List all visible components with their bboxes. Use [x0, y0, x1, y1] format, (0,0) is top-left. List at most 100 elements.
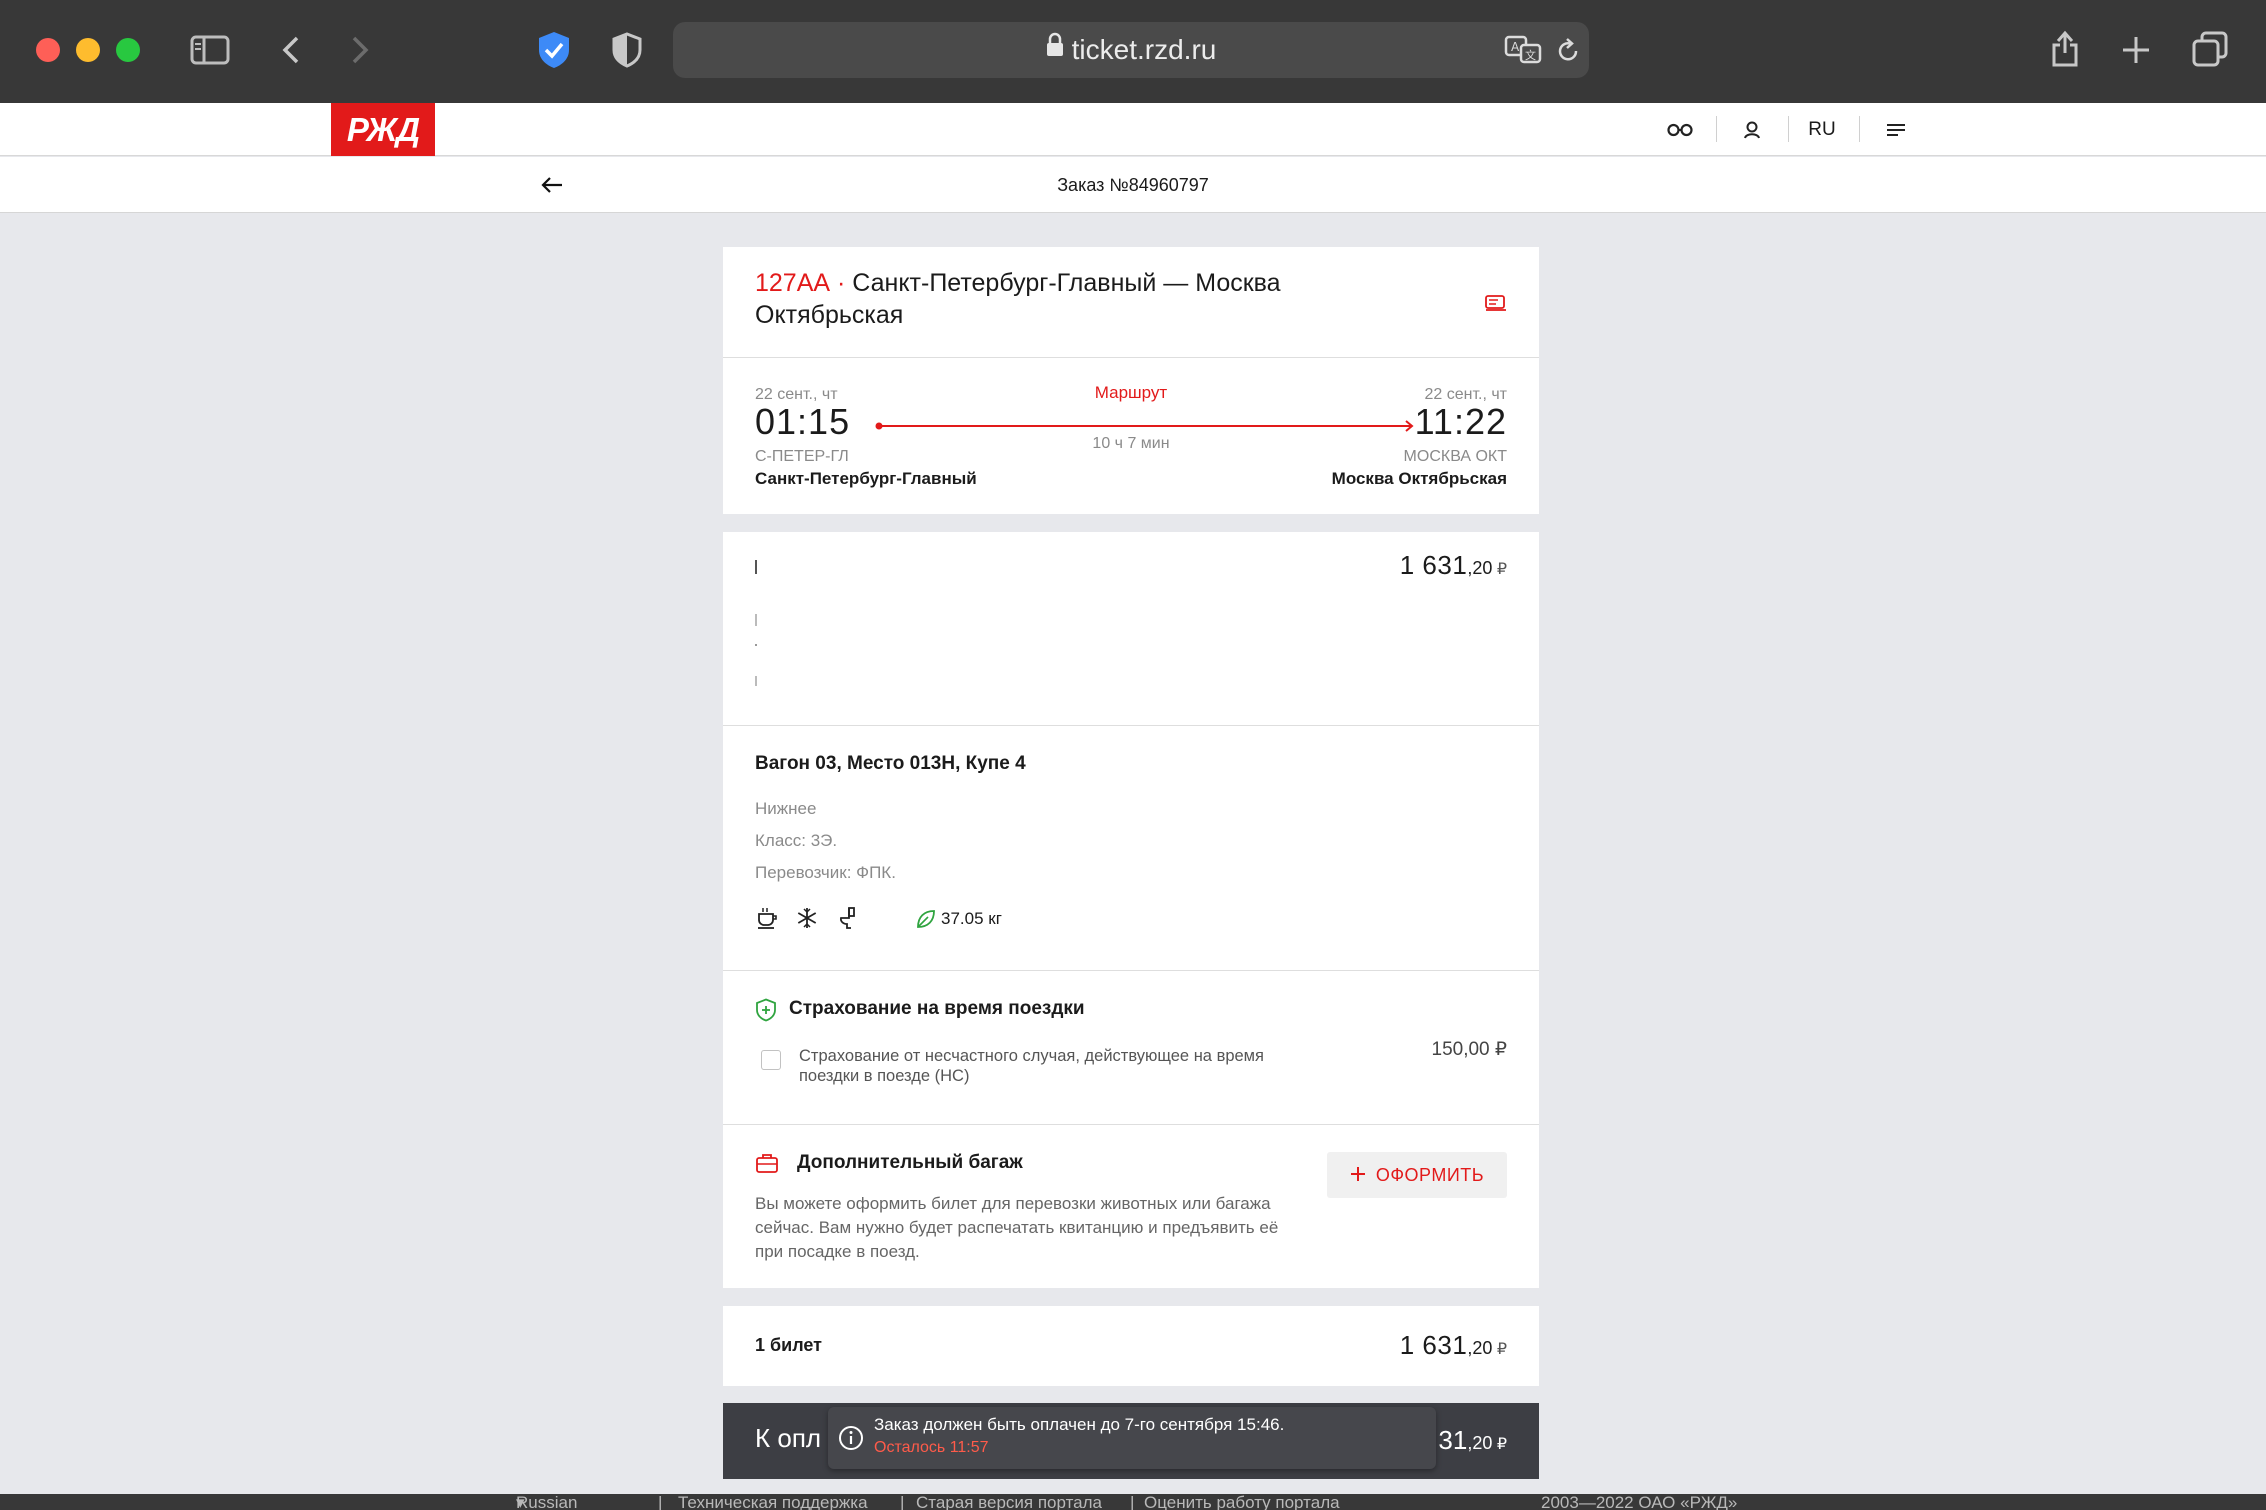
- payment-deadline-toast: Заказ должен быть оплачен до 7-го сентяб…: [828, 1407, 1436, 1469]
- insurance-title: Страхование на время поездки: [789, 998, 1085, 1019]
- svg-text:A: A: [1511, 40, 1520, 54]
- currency-sign: ₽: [1496, 1341, 1507, 1358]
- card-divider: [723, 1124, 1539, 1125]
- privacy-shield-icon[interactable]: [606, 28, 648, 72]
- price-cents: ,20: [1467, 558, 1493, 578]
- zoom-window-button[interactable]: [116, 38, 140, 62]
- footer-language-select[interactable]: Russian (Ru) ▾: [516, 1494, 577, 1510]
- info-icon: [838, 1425, 864, 1456]
- baggage-description: Вы можете оформить билет для перевозки ж…: [755, 1194, 1279, 1261]
- share-icon[interactable]: [2046, 24, 2084, 72]
- departure-code: С-ПЕТЕР-ГЛ: [755, 448, 849, 465]
- footer-copyright: 2003—2022 ОАО «РЖД»: [1541, 1494, 1738, 1510]
- currency-sign: ₽: [1496, 561, 1507, 578]
- passenger-price: 1 631,20 ₽: [1400, 550, 1507, 581]
- seat-title: Вагон 03, Место 013Н, Купе 4: [755, 753, 1026, 774]
- language-label: RU: [1808, 118, 1836, 140]
- baggage-title: Дополнительный багаж: [797, 1152, 1023, 1173]
- site-footer: Russian (Ru) ▾ | Техническая поддержка |…: [0, 1494, 2266, 1510]
- footer-divider: |: [900, 1494, 905, 1510]
- address-bar[interactable]: ticket.rzd.ru A文: [673, 22, 1589, 78]
- passenger-info-fragment: [755, 676, 757, 686]
- footer-rate-link[interactable]: Оценить работу портала: [1144, 1494, 1340, 1510]
- price-cents: ,20: [1467, 1338, 1493, 1358]
- back-nav-icon[interactable]: [276, 30, 306, 70]
- back-arrow-icon[interactable]: [536, 171, 568, 199]
- card-divider: [723, 357, 1539, 358]
- url-text: ticket.rzd.ru: [673, 22, 1589, 78]
- title-separator: ·: [830, 269, 853, 297]
- price-main: 1 631: [1399, 550, 1468, 580]
- add-baggage-label: ОФОРМИТЬ: [1375, 1164, 1485, 1185]
- tab-overview-icon[interactable]: [2190, 28, 2230, 70]
- train-card: 127АА · Санкт-Петербург-Главный — Москва…: [723, 247, 1539, 514]
- sidebar-toggle-icon[interactable]: [188, 30, 232, 70]
- train-title: 127АА · Санкт-Петербург-Главный — Москва…: [755, 267, 1435, 331]
- minimize-window-button[interactable]: [76, 38, 100, 62]
- car-class: Класс: 3Э.: [755, 831, 838, 850]
- plus-icon: [1350, 1166, 1366, 1187]
- footer-divider: |: [1130, 1494, 1135, 1510]
- route-line: [875, 420, 1414, 432]
- price-main: 31: [1438, 1425, 1468, 1455]
- route-link[interactable]: Маршрут: [923, 383, 1339, 403]
- passenger-name-fragment: [755, 560, 757, 574]
- insurance-price: 150,00 ₽: [1431, 1039, 1507, 1060]
- close-window-button[interactable]: [36, 38, 60, 62]
- passenger-info-fragment: [755, 614, 757, 626]
- summary-price: 1 631,20 ₽: [1400, 1330, 1507, 1361]
- arrival-time: 11:22: [1414, 401, 1507, 442]
- user-profile-icon[interactable]: [1732, 103, 1772, 156]
- order-bar: Заказ №84960797: [0, 157, 2266, 213]
- order-title: Заказ №84960797: [1057, 175, 1209, 195]
- price-main: 1 631: [1399, 1330, 1468, 1360]
- card-divider: [723, 725, 1539, 726]
- footer-support-link[interactable]: Техническая поддержка: [678, 1494, 868, 1510]
- air-conditioning-icon: [795, 906, 819, 930]
- language-switch[interactable]: RU: [1802, 103, 1842, 156]
- passenger-info-fragment: [755, 644, 757, 646]
- accessibility-glasses-icon[interactable]: [1660, 103, 1700, 156]
- arrival-code: МОСКВА ОКТ: [1403, 448, 1507, 465]
- price-cents: ,20: [1467, 1433, 1493, 1453]
- toilet-icon: [835, 906, 859, 930]
- rzd-logo[interactable]: РЖД: [331, 103, 435, 156]
- add-baggage-button[interactable]: ОФОРМИТЬ: [1327, 1152, 1507, 1198]
- new-tab-icon[interactable]: [2118, 30, 2154, 70]
- toast-countdown: Осталось 11:57: [874, 1439, 989, 1456]
- logo-text: РЖД: [346, 110, 420, 148]
- ticket-details-card: 1 631,20 ₽ Вагон 03, Место 013Н, Купе 4 …: [723, 532, 1539, 1288]
- arrival-station: Москва Октябрьская: [1331, 469, 1507, 488]
- reload-icon[interactable]: [1553, 32, 1583, 68]
- shield-check-icon[interactable]: [533, 28, 575, 72]
- header-divider: [1716, 116, 1717, 142]
- carrier: Перевозчик: ФПК.: [755, 863, 896, 882]
- header-divider: [1788, 116, 1789, 142]
- footer-divider: |: [658, 1494, 663, 1510]
- summary-card: 1 билет 1 631,20 ₽: [723, 1306, 1539, 1386]
- footer-language-label: Russian (Ru): [516, 1494, 578, 1510]
- payment-total: 31,20 ₽: [1438, 1425, 1507, 1456]
- lock-icon: [1046, 21, 1064, 77]
- toast-message: Заказ должен быть оплачен до 7-го сентяб…: [874, 1415, 1285, 1434]
- menu-icon[interactable]: [1876, 103, 1916, 156]
- insurance-shield-icon: [755, 998, 777, 1027]
- trip-duration: 10 ч 7 мин: [1092, 435, 1170, 452]
- forward-nav-icon[interactable]: [345, 30, 375, 70]
- co2-value: 37.05 кг: [941, 909, 1002, 928]
- eco-leaf-icon: [915, 908, 939, 932]
- payment-label: К опл: [755, 1423, 822, 1453]
- header-divider: [1859, 116, 1860, 142]
- tickets-count: 1 билет: [755, 1335, 822, 1355]
- footer-old-version-link[interactable]: Старая версия портала: [916, 1494, 1102, 1510]
- translate-icon[interactable]: A文: [1502, 30, 1544, 70]
- url-label: ticket.rzd.ru: [1071, 34, 1217, 65]
- food-service-icon: [755, 906, 779, 930]
- insurance-option-label[interactable]: Страхование от несчастного случая, дейст…: [799, 1046, 1319, 1086]
- berth-type: Нижнее: [755, 799, 817, 818]
- train-number: 127АА: [755, 269, 831, 297]
- electronic-registration-icon[interactable]: [1481, 291, 1511, 315]
- svg-text:文: 文: [1525, 48, 1536, 62]
- insurance-checkbox[interactable]: [761, 1050, 781, 1070]
- currency-sign: ₽: [1496, 1436, 1507, 1453]
